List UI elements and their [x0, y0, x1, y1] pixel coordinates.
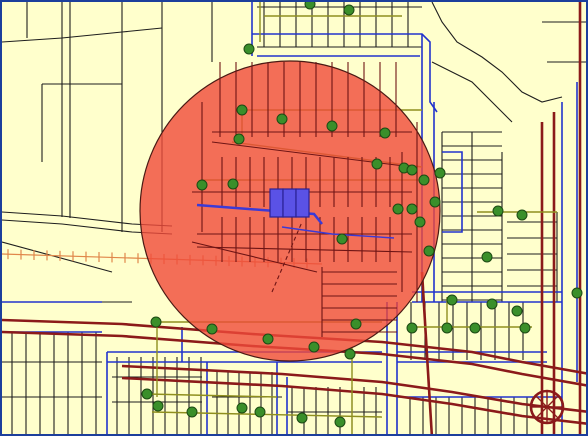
- utility-node: [296, 412, 308, 424]
- utility-node: [350, 318, 362, 330]
- utility-node: [414, 216, 426, 228]
- utility-node: [441, 322, 453, 334]
- selected-parcel[interactable]: [295, 188, 310, 218]
- utility-node: [371, 158, 383, 170]
- utility-node: [418, 174, 430, 186]
- utility-node: [423, 245, 435, 257]
- utility-node: [196, 179, 208, 191]
- utility-node: [336, 233, 348, 245]
- utility-node: [429, 196, 441, 208]
- utility-node: [434, 167, 446, 179]
- map-frame[interactable]: [0, 0, 588, 436]
- utility-node: [152, 400, 164, 412]
- parcel-map-canvas[interactable]: [2, 2, 588, 436]
- utility-node: [344, 348, 356, 360]
- utility-node: [236, 104, 248, 116]
- utility-node: [481, 251, 493, 263]
- utility-node: [334, 416, 346, 428]
- utility-node: [406, 322, 418, 334]
- utility-node: [406, 164, 418, 176]
- utility-node: [304, 2, 316, 10]
- utility-node: [308, 341, 320, 353]
- utility-node: [276, 113, 288, 125]
- utility-node: [511, 305, 523, 317]
- utility-node: [141, 388, 153, 400]
- utility-node: [186, 406, 198, 418]
- utility-node: [236, 402, 248, 414]
- utility-node: [227, 178, 239, 190]
- utility-node: [150, 316, 162, 328]
- utility-node: [571, 287, 583, 299]
- utility-node: [343, 4, 355, 16]
- utility-node: [516, 209, 528, 221]
- utility-node: [206, 323, 218, 335]
- utility-node: [243, 43, 255, 55]
- utility-node: [492, 205, 504, 217]
- utility-node: [469, 322, 481, 334]
- utility-node: [233, 133, 245, 145]
- utility-node: [406, 203, 418, 215]
- utility-node: [486, 298, 498, 310]
- utility-node: [392, 203, 404, 215]
- utility-node: [262, 333, 274, 345]
- utility-node: [379, 127, 391, 139]
- selected-parcels[interactable]: [269, 188, 310, 218]
- selected-parcel[interactable]: [269, 188, 284, 218]
- selected-parcel[interactable]: [282, 188, 297, 218]
- utility-node: [326, 120, 338, 132]
- utility-node: [254, 406, 266, 418]
- utility-node: [446, 294, 458, 306]
- utility-node: [519, 322, 531, 334]
